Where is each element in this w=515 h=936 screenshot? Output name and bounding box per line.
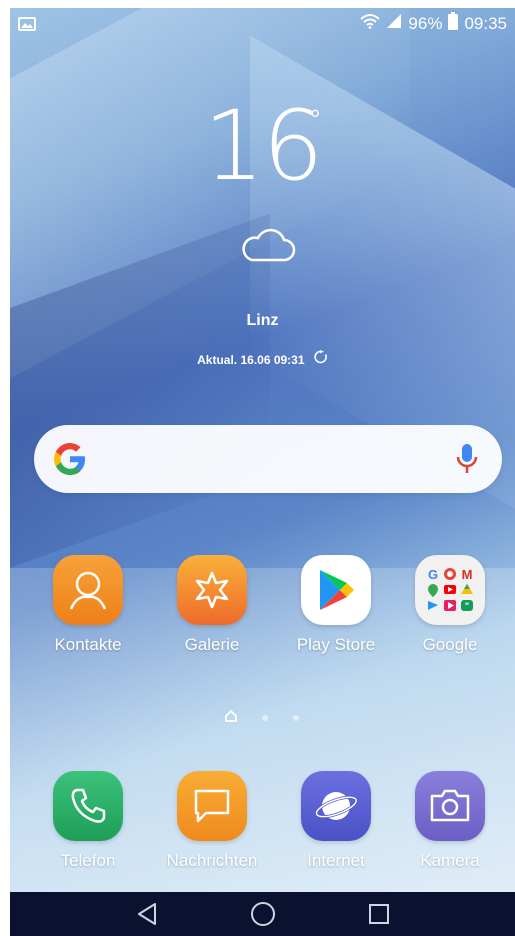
page-indicator <box>10 709 515 725</box>
svg-text:": " <box>465 601 469 611</box>
microphone-icon[interactable] <box>456 443 478 475</box>
degree-symbol: ° <box>310 104 321 134</box>
battery-percent: 96% <box>408 13 443 33</box>
app-label: Telefon <box>60 851 116 870</box>
google-g-icon <box>54 443 85 475</box>
contacts-icon <box>53 555 123 625</box>
home-screen: 96% 09:35 16 ° Linz Aktual. 16.06 09:31 <box>10 8 515 936</box>
app-kamera[interactable]: Kamera <box>391 771 509 871</box>
gallery-notification-icon <box>18 16 36 36</box>
app-telefon[interactable]: Telefon <box>29 771 147 871</box>
battery-icon <box>448 12 459 35</box>
google-search-bar[interactable] <box>34 425 502 493</box>
home-icon[interactable] <box>248 899 278 929</box>
google-folder-icon: G M " <box>415 555 485 625</box>
temperature: 16 <box>203 90 323 202</box>
app-label: Nachrichten <box>166 851 258 870</box>
back-icon[interactable] <box>132 899 162 929</box>
page-dot[interactable] <box>292 711 300 725</box>
app-label: Google <box>422 635 478 654</box>
city-name: Linz <box>246 312 279 329</box>
recents-icon[interactable] <box>364 899 394 929</box>
app-kontakte[interactable]: Kontakte <box>29 555 147 655</box>
camera-icon <box>415 771 485 841</box>
internet-icon <box>301 771 371 841</box>
svg-text:M: M <box>462 567 473 582</box>
app-label: Kamera <box>420 851 480 870</box>
last-updated: Aktual. 16.06 09:31 <box>10 350 515 367</box>
navigation-bar <box>10 892 515 936</box>
svg-text:G: G <box>428 567 438 582</box>
app-google-folder[interactable]: G M " Google <box>391 555 509 655</box>
page-dot[interactable] <box>261 711 269 725</box>
app-play-store[interactable]: Play Store <box>277 555 395 655</box>
refresh-icon[interactable] <box>314 350 328 367</box>
status-bar: 96% 09:35 <box>10 8 515 38</box>
home-page-icon[interactable] <box>225 709 238 725</box>
app-label: Kontakte <box>54 635 122 654</box>
signal-icon <box>386 13 402 34</box>
cloud-icon <box>242 228 296 262</box>
wifi-icon <box>360 13 381 34</box>
clock: 09:35 <box>464 13 507 33</box>
app-label: Galerie <box>184 635 240 654</box>
play-store-icon <box>301 555 371 625</box>
phone-icon <box>53 771 123 841</box>
app-internet[interactable]: Internet <box>277 771 395 871</box>
app-galerie[interactable]: Galerie <box>153 555 271 655</box>
app-nachrichten[interactable]: Nachrichten <box>153 771 271 871</box>
app-label: Internet <box>307 851 365 870</box>
gallery-icon <box>177 555 247 625</box>
app-label: Play Store <box>296 635 376 654</box>
messages-icon <box>177 771 247 841</box>
